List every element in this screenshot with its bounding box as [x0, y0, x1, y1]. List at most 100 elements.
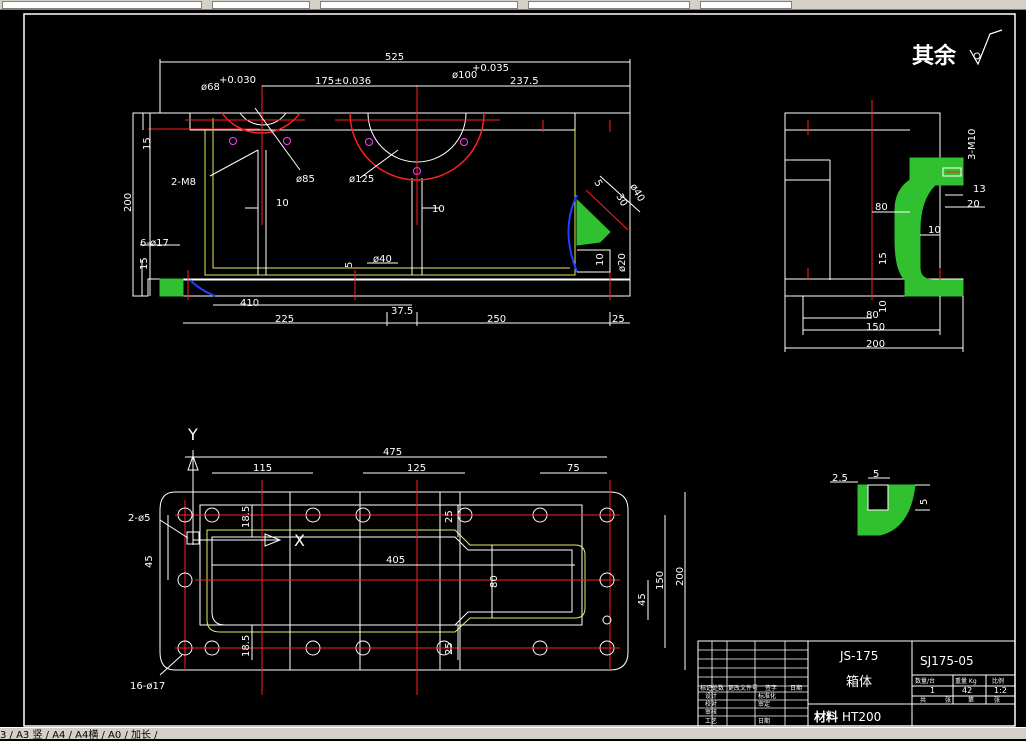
y-axis-label: Y	[187, 425, 198, 444]
svg-text:525: 525	[385, 52, 404, 63]
front-outline	[132, 112, 631, 297]
svg-text:10: 10	[595, 253, 606, 266]
svg-text:标准化: 标准化	[758, 692, 776, 700]
svg-text:250: 250	[487, 314, 506, 325]
svg-text:5: 5	[344, 262, 355, 268]
layout-tabs-text[interactable]: 3 / A3 竖 / A4 / A4横 / A0 / 加长 /	[0, 726, 158, 741]
svg-text:10: 10	[432, 204, 445, 215]
svg-text:更改文件号: 更改文件号	[728, 684, 758, 692]
svg-text:张: 张	[945, 696, 951, 704]
svg-text:签字: 签字	[765, 684, 777, 692]
svg-text:ø85: ø85	[296, 174, 315, 185]
svg-text:5: 5	[919, 499, 930, 505]
hatch-section	[159, 278, 184, 297]
svg-text:2-M8: 2-M8	[171, 177, 196, 188]
svg-text:ø125: ø125	[349, 174, 374, 185]
svg-text:150: 150	[866, 322, 885, 333]
svg-text:20: 20	[967, 199, 980, 210]
svg-text:10: 10	[276, 198, 289, 209]
svg-text:ø20: ø20	[617, 253, 628, 272]
svg-text:+0.030: +0.030	[219, 75, 256, 86]
svg-text:225: 225	[275, 314, 294, 325]
svg-text:80: 80	[489, 575, 500, 588]
top-outline	[159, 491, 629, 671]
svg-text:1:2: 1:2	[994, 686, 1007, 695]
svg-text:80: 80	[875, 202, 888, 213]
svg-text:42: 42	[962, 686, 972, 695]
svg-text:第: 第	[968, 696, 974, 704]
svg-text:材料: 材料	[813, 709, 838, 724]
svg-text:200: 200	[675, 567, 686, 586]
svg-text:15: 15	[139, 257, 150, 270]
svg-text:125: 125	[407, 463, 426, 474]
svg-text:10: 10	[928, 225, 941, 236]
svg-text:10: 10	[878, 300, 889, 313]
svg-text:45: 45	[637, 593, 648, 606]
side-boss-curve	[567, 194, 578, 273]
svg-text:箱体: 箱体	[846, 674, 872, 690]
base-flange	[182, 279, 631, 297]
svg-text:审核: 审核	[705, 708, 717, 716]
roughness-circle-icon	[973, 52, 981, 60]
svg-text:标记处数: 标记处数	[700, 684, 724, 692]
svg-text:工艺: 工艺	[705, 717, 717, 725]
svg-text:45: 45	[144, 555, 155, 568]
svg-text:设计: 设计	[705, 692, 717, 700]
svg-text:JS-175: JS-175	[839, 649, 878, 663]
drawing-frame	[23, 13, 1016, 727]
svg-text:18.5: 18.5	[241, 635, 252, 657]
svg-text:175±0.036: 175±0.036	[315, 76, 371, 87]
svg-text:校对: 校对	[705, 700, 717, 708]
svg-text:25: 25	[612, 314, 625, 325]
svg-text:数量/台: 数量/台	[915, 677, 935, 685]
svg-text:25: 25	[444, 642, 455, 655]
svg-text:共: 共	[920, 696, 926, 704]
svg-text:5: 5	[873, 469, 879, 480]
svg-text:+0.035: +0.035	[472, 63, 509, 74]
front-view-dims: 525 ø68 +0.030 175±0.036 ø100 +0.035 237…	[123, 52, 646, 325]
roughness-symbol-icon	[969, 29, 1003, 66]
svg-text:25: 25	[444, 510, 455, 523]
svg-text:1: 1	[930, 686, 935, 695]
svg-text:ø68: ø68	[201, 82, 220, 93]
detail-section: 2.5 5 5	[830, 469, 930, 536]
svg-text:75: 75	[567, 463, 580, 474]
cad-drawing-canvas[interactable]: 其余 525 ø68 +0.030 175±0.036 ø100 +0.035 …	[0, 0, 1026, 738]
threaded-hole-icon	[229, 137, 237, 145]
svg-text:405: 405	[386, 555, 405, 566]
svg-text:2-ø5: 2-ø5	[128, 513, 150, 524]
svg-text:16-ø17: 16-ø17	[130, 681, 165, 692]
side-view	[784, 100, 985, 352]
svg-text:张: 张	[994, 696, 1000, 704]
svg-text:SJ175-05: SJ175-05	[920, 654, 974, 668]
svg-text:ø40: ø40	[373, 254, 392, 265]
surface-note-text: 其余	[912, 43, 957, 69]
surface-finish-note: 其余	[912, 29, 1003, 69]
svg-text:150: 150	[655, 571, 666, 590]
svg-text:15: 15	[878, 252, 889, 265]
svg-text:37.5: 37.5	[391, 306, 413, 317]
threaded-hole-icon	[460, 138, 468, 146]
svg-text:80: 80	[866, 310, 879, 321]
svg-text:115: 115	[253, 463, 272, 474]
svg-text:2.5: 2.5	[832, 473, 848, 484]
svg-text:比例: 比例	[992, 677, 1004, 685]
svg-text:日期: 日期	[758, 717, 770, 725]
front-view	[132, 59, 641, 326]
title-block-text: JS-175 SJ175-05 箱体 材料 HT200 数量/台 重量 Kg 比…	[700, 649, 1007, 725]
svg-text:13: 13	[973, 184, 986, 195]
svg-text:30: 30	[613, 192, 629, 209]
svg-text:6-ø17: 6-ø17	[140, 238, 169, 249]
svg-text:HT200: HT200	[842, 710, 881, 724]
svg-text:237.5: 237.5	[510, 76, 539, 87]
svg-text:重量 Kg: 重量 Kg	[955, 677, 977, 685]
svg-text:410: 410	[240, 298, 259, 309]
svg-text:3-M10: 3-M10	[967, 129, 978, 160]
svg-text:15: 15	[142, 137, 153, 150]
svg-text:475: 475	[383, 447, 402, 458]
layout-tabs-bar[interactable]: 3 / A3 竖 / A4 / A4横 / A0 / 加长 /	[0, 726, 1026, 741]
svg-text:18.5: 18.5	[241, 506, 252, 528]
x-axis-label: X	[294, 531, 305, 550]
svg-text:200: 200	[866, 339, 885, 350]
svg-text:200: 200	[123, 193, 134, 212]
